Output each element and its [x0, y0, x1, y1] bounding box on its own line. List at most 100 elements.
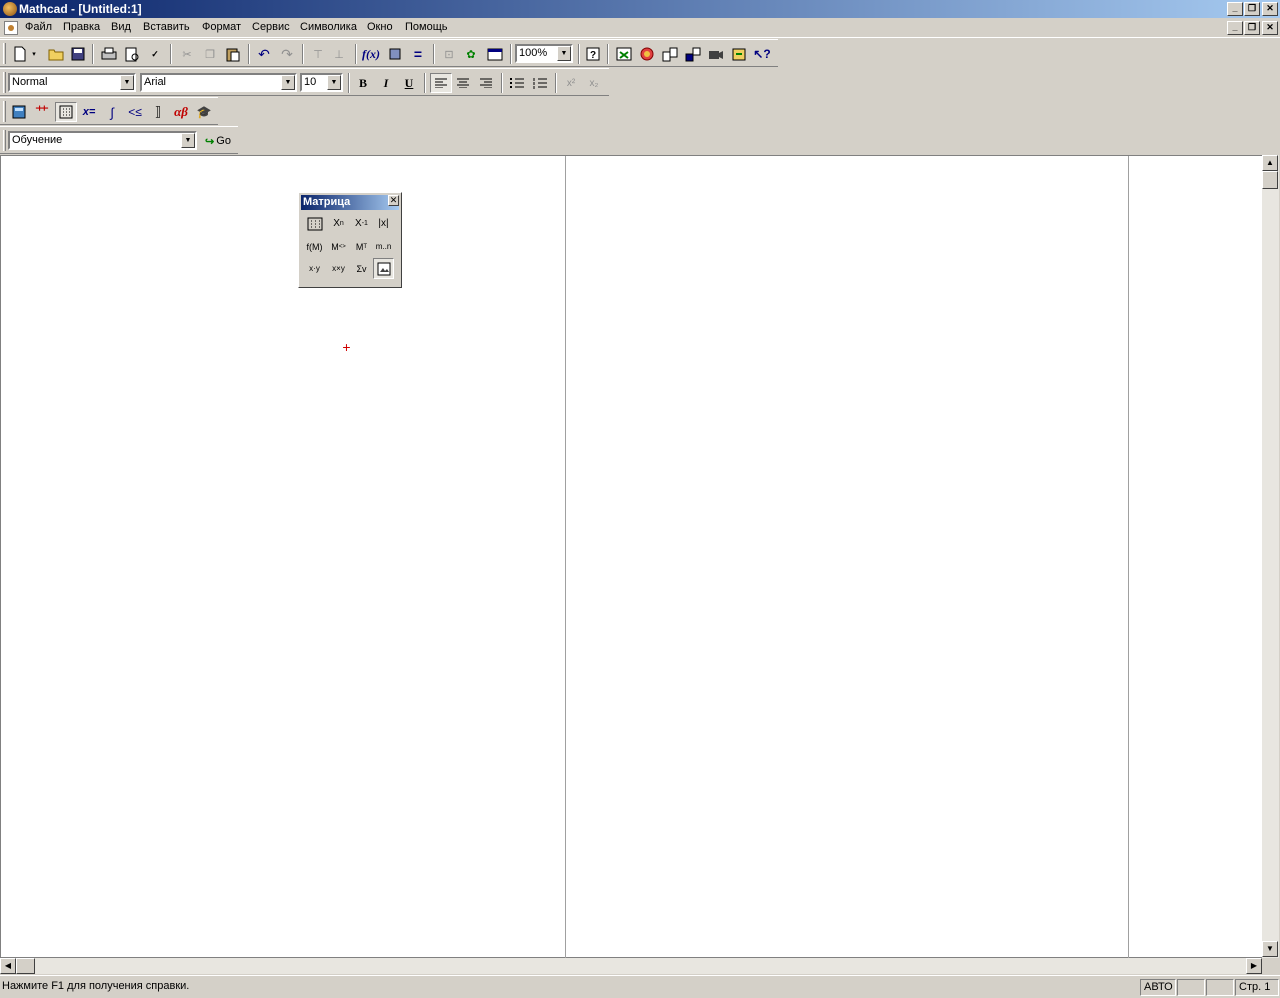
vertical-scrollbar[interactable]: ▲ ▼ — [1262, 155, 1279, 958]
style-select[interactable]: Normal ▼ — [8, 73, 136, 92]
cross-product-icon[interactable]: x×y — [328, 258, 349, 279]
menu-window[interactable]: Окно — [365, 21, 395, 33]
toolbar-grip[interactable] — [3, 43, 6, 64]
determinant-icon[interactable]: |x| — [373, 213, 394, 234]
document-icon[interactable] — [4, 21, 18, 35]
subscript-icon[interactable]: x₂ — [583, 73, 605, 93]
palette-close-icon[interactable]: ✕ — [388, 195, 399, 206]
align-right-icon[interactable] — [475, 73, 497, 93]
worksheet[interactable] — [0, 155, 1262, 959]
dot-product-icon[interactable]: x·y — [304, 258, 325, 279]
scroll-left-icon[interactable]: ◀ — [0, 958, 16, 974]
align-down-icon[interactable]: ⊥ — [328, 44, 350, 64]
superscript-icon[interactable]: x² — [560, 73, 582, 93]
graph-icon[interactable]: ⺾ — [31, 102, 53, 122]
numbered-list-icon[interactable] — [529, 73, 551, 93]
matrix-inverse-icon[interactable]: X -1 — [351, 213, 372, 234]
resource-select[interactable]: Обучение ▼ — [8, 131, 197, 150]
zoom-select[interactable]: 100% ▼ — [515, 44, 573, 63]
transpose-icon[interactable]: MT — [351, 236, 372, 257]
boolean-icon[interactable]: <≤ — [124, 102, 146, 122]
cut-icon[interactable]: ✂ — [176, 44, 198, 64]
doc-close-icon[interactable]: ✕ — [1262, 21, 1278, 35]
calculate-icon[interactable]: = — [407, 44, 429, 64]
column-icon[interactable]: M <> — [328, 236, 349, 257]
undo-icon[interactable]: ↶ — [253, 44, 275, 64]
spell-check-icon[interactable]: ✓ — [144, 44, 166, 64]
picture-icon[interactable] — [373, 258, 394, 279]
chevron-down-icon[interactable]: ▼ — [557, 46, 571, 61]
notebook-icon[interactable] — [728, 44, 750, 64]
toolbar-grip[interactable] — [3, 101, 6, 122]
menu-insert[interactable]: Вставить — [141, 21, 192, 33]
symbolic-icon[interactable]: 🎓 — [193, 102, 215, 122]
insert-matrix-icon[interactable] — [304, 213, 325, 234]
vector-sum-icon[interactable]: Σv — [351, 258, 372, 279]
close-icon[interactable]: ✕ — [1262, 2, 1278, 16]
minimize-icon[interactable]: _ — [1227, 2, 1243, 16]
insert-component-icon[interactable]: ✿ — [460, 44, 482, 64]
vertical-scroll-thumb[interactable] — [1262, 171, 1278, 189]
menu-edit[interactable]: Правка — [61, 21, 102, 33]
doc-minimize-icon[interactable]: _ — [1227, 21, 1243, 35]
collaboratory-icon[interactable] — [659, 44, 681, 64]
context-help-icon[interactable]: ↖? — [751, 44, 773, 64]
menu-format[interactable]: Формат — [200, 21, 243, 33]
horizontal-scrollbar[interactable]: ◀ ▶ — [0, 958, 1262, 974]
calculator-icon[interactable] — [8, 102, 30, 122]
print-icon[interactable] — [98, 44, 120, 64]
insert-hyperlink-icon[interactable]: ⊡ — [438, 44, 460, 64]
go-button[interactable]: ↪ Go — [202, 131, 234, 151]
programming-icon[interactable]: ⟧ — [147, 102, 169, 122]
palette-title[interactable]: Матрица — [301, 195, 399, 210]
align-top-icon[interactable]: ⊤ — [307, 44, 329, 64]
new-dropdown-icon[interactable]: ▾ — [28, 44, 40, 64]
network-icon[interactable] — [682, 44, 704, 64]
vectorize-icon[interactable]: f(M) — [304, 236, 325, 257]
matrix-icon[interactable] — [55, 102, 77, 122]
menu-tools[interactable]: Сервис — [250, 21, 292, 33]
align-center-icon[interactable] — [452, 73, 474, 93]
toolbar-grip[interactable] — [3, 130, 6, 151]
run-script-icon[interactable] — [484, 44, 506, 64]
copy-icon[interactable]: ❐ — [199, 44, 221, 64]
web-icon[interactable] — [636, 44, 658, 64]
bullet-list-icon[interactable] — [506, 73, 528, 93]
toolbar-grip[interactable] — [3, 72, 6, 93]
scroll-up-icon[interactable]: ▲ — [1262, 155, 1278, 171]
underline-button[interactable]: U — [398, 73, 420, 93]
chevron-down-icon[interactable]: ▼ — [181, 133, 195, 148]
matrix-palette[interactable]: Матрица ✕ Xn X -1 |x| f(M) M <> MT m..n x·… — [298, 192, 402, 288]
menu-file[interactable]: Файл — [23, 21, 54, 33]
open-folder-icon[interactable] — [45, 44, 67, 64]
scroll-right-icon[interactable]: ▶ — [1246, 958, 1262, 974]
chevron-down-icon[interactable]: ▼ — [120, 75, 134, 90]
italic-button[interactable]: I — [375, 73, 397, 93]
restore-icon[interactable]: ❐ — [1244, 2, 1260, 16]
range-variable-icon[interactable]: m..n — [373, 236, 394, 257]
menu-symbolics[interactable]: Символика — [298, 21, 359, 33]
doc-restore-icon[interactable]: ❐ — [1244, 21, 1260, 35]
resource-center-icon[interactable] — [613, 44, 635, 64]
print-preview-icon[interactable] — [121, 44, 143, 64]
insert-function-icon[interactable]: f(x) — [360, 44, 382, 64]
save-icon[interactable] — [67, 44, 89, 64]
align-left-icon[interactable] — [430, 73, 452, 93]
evaluation-icon[interactable]: x= — [78, 102, 100, 122]
subscript-index-icon[interactable]: Xn — [328, 213, 349, 234]
menu-help[interactable]: Помощь — [403, 21, 450, 33]
font-size-select[interactable]: 10 ▼ — [300, 73, 343, 92]
redo-icon[interactable]: ↷ — [276, 44, 298, 64]
font-select[interactable]: Arial ▼ — [140, 73, 297, 92]
chevron-down-icon[interactable]: ▼ — [281, 75, 295, 90]
horizontal-scroll-thumb[interactable] — [16, 958, 35, 974]
calculus-icon[interactable]: ∫ — [101, 102, 123, 122]
paste-icon[interactable] — [222, 44, 244, 64]
greek-icon[interactable]: αβ — [170, 102, 192, 122]
video-icon[interactable] — [705, 44, 727, 64]
chevron-down-icon[interactable]: ▼ — [327, 75, 341, 90]
help-icon[interactable]: ? — [582, 44, 604, 64]
insert-unit-icon[interactable] — [384, 44, 406, 64]
mathcad-app-icon[interactable] — [3, 2, 17, 16]
scroll-down-icon[interactable]: ▼ — [1262, 941, 1278, 957]
